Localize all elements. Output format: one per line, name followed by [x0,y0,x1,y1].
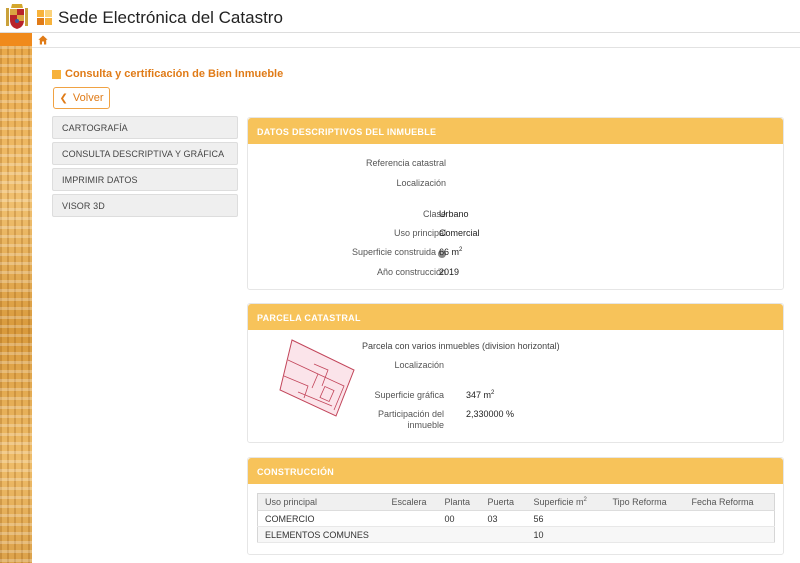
participacion-label-line2: inmueble [407,420,444,430]
participacion-label: Participación del inmueble [378,409,444,431]
site-title[interactable]: Sede Electrónica del Catastro [58,8,283,28]
back-button[interactable]: ❮ Volver [53,87,110,109]
site-header: Sede Electrónica del Catastro [0,0,800,33]
decorative-side-strip [0,46,32,563]
back-button-label: Volver [72,92,104,104]
menu-item-consulta-descriptiva[interactable]: CONSULTA DESCRIPTIVA Y GRÁFICA [52,142,238,165]
cell-tipo-reforma [605,526,685,543]
descriptive-panel-title: DATOS DESCRIPTIVOS DEL INMUEBLE [248,118,783,144]
cell-fecha-reforma [684,510,775,527]
menu-item-cartografia[interactable]: CARTOGRAFÍA [52,116,238,139]
cell-planta: 00 [437,510,481,527]
superficie-grafica-label: Superficie gráfica [374,390,444,400]
home-icon[interactable] [38,35,48,45]
superficie-construida-value: 66 m2 [439,247,462,257]
parcela-panel: PARCELA CATASTRAL Parcela con varios inm… [247,303,784,443]
cell-superficie: 56 [526,510,606,527]
uso-principal-value: Comercial [439,228,480,238]
clase-value: Urbano [439,209,469,219]
col-puerta: Puerta [480,493,527,511]
page-heading: Consulta y certificación de Bien Inmuebl… [52,68,283,80]
anio-construccion-value: 2019 [439,267,460,277]
cell-escalera [384,510,438,527]
col-superficie: Superficie m2 [526,493,606,511]
construccion-panel: CONSTRUCCIÓN Uso principal Escalera Plan… [247,457,784,555]
descriptive-data-panel: DATOS DESCRIPTIVOS DEL INMUEBLE Referenc… [247,117,784,290]
participacion-value: 2,330000 % [466,409,515,419]
left-strip-accent [0,33,32,46]
catastro-logo-icon[interactable] [37,10,53,26]
chevron-left-icon: ❮ [59,92,68,104]
cell-uso: COMERCIO [257,510,385,527]
col-planta: Planta [437,493,481,511]
table-row: COMERCIO 00 03 56 [257,510,775,527]
superficie-construida-label: Superficie construida i [352,247,446,258]
anio-construccion-label: Año construcción [376,267,446,277]
superficie-construida-text: Superficie construida [351,247,436,257]
col-fecha-reforma: Fecha Reforma [684,493,775,511]
construccion-table: Uso principal Escalera Planta Puerta Sup… [257,493,775,543]
ref-catastral-label: Referencia catastral [365,158,446,168]
page-title: Consulta y certificación de Bien Inmuebl… [65,68,284,80]
menu-item-imprimir-datos[interactable]: IMPRIMIR DATOS [52,168,238,191]
parcela-subtitle: Parcela con varios inmuebles (division h… [362,341,560,351]
heading-square-icon [52,69,61,79]
col-escalera: Escalera [384,493,438,511]
col-superficie-text: Superficie m [533,497,584,507]
participacion-label-line1: Participación del [377,409,444,419]
col-uso-principal: Uso principal [257,493,385,511]
col-superficie-exponent: 2 [583,497,587,503]
breadcrumb-bar [32,33,800,48]
menu-item-visor-3d[interactable]: VISOR 3D [52,194,238,217]
parcel-map-thumbnail[interactable] [278,336,358,418]
coat-of-arms-icon[interactable] [5,3,29,30]
cell-puerta [480,526,527,543]
parcela-panel-title: PARCELA CATASTRAL [248,304,783,330]
localizacion-label: Localización [396,178,446,188]
cell-tipo-reforma [605,510,685,527]
table-header-row: Uso principal Escalera Planta Puerta Sup… [257,493,775,511]
construccion-panel-title: CONSTRUCCIÓN [248,458,783,484]
superficie-grafica-number: 347 m [466,390,492,400]
cell-planta [437,526,481,543]
parcela-localizacion-label: Localización [394,360,444,370]
cell-superficie: 10 [526,526,606,543]
superficie-construida-number: 66 m [439,247,460,257]
table-row: ELEMENTOS COMUNES 10 [257,526,775,543]
cell-puerta: 03 [480,510,527,527]
superficie-grafica-value: 347 m2 [466,390,494,400]
cell-fecha-reforma [684,526,775,543]
cell-uso: ELEMENTOS COMUNES [257,526,385,543]
superficie-unit-exponent: 2 [459,247,463,253]
side-menu: CARTOGRAFÍA CONSULTA DESCRIPTIVA Y GRÁFI… [52,116,238,220]
cell-escalera [384,526,438,543]
superficie-grafica-exponent: 2 [491,390,495,396]
col-tipo-reforma: Tipo Reforma [605,493,685,511]
